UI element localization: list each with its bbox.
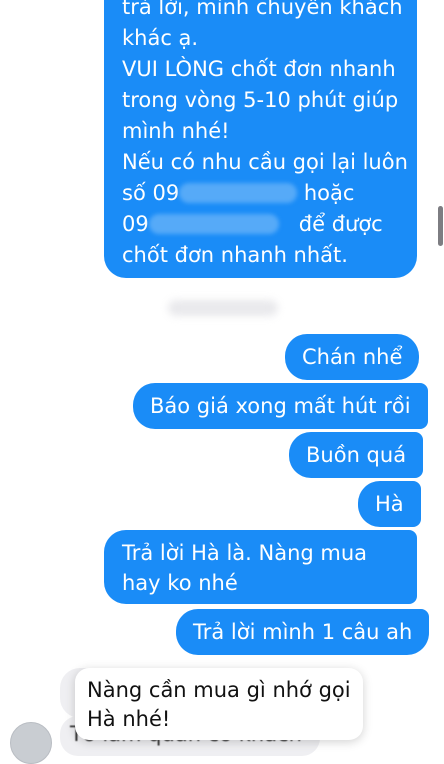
- redacted-phone-number: [148, 214, 279, 234]
- message-line: chốt đơn nhanh nhất.: [122, 243, 348, 267]
- overlay-note-text: Nàng cần mua gì nhớ gọi Hà nhé!: [87, 678, 351, 731]
- phone-line-1: số 09 hoặc: [122, 178, 399, 209]
- blurred-timestamp: [168, 300, 278, 316]
- message-line: trong vòng 5-10 phút giúp: [122, 88, 399, 112]
- phone-suffix: hoặc: [303, 181, 355, 205]
- message-bubble-outgoing[interactable]: Hà: [358, 481, 421, 527]
- message-line: trả lời, mình chuyển khách: [122, 0, 403, 19]
- phone-suffix: để được: [298, 212, 383, 236]
- message-bubble-outgoing[interactable]: Báo giá xong mất hút rồi: [133, 383, 428, 429]
- phone-prefix: 09: [122, 212, 149, 236]
- message-bubble-outgoing[interactable]: Trả lời Hà là. Nàng mua hay ko nhé: [104, 530, 417, 604]
- avatar[interactable]: [10, 722, 52, 764]
- message-line: mình nhé!: [122, 119, 230, 143]
- phone-line-2: 09 để được: [122, 209, 399, 240]
- redacted-phone-number: [179, 183, 298, 203]
- scrollbar[interactable]: [438, 206, 443, 246]
- message-bubble-outgoing[interactable]: Buồn quá: [289, 432, 424, 478]
- message-bubble-outgoing[interactable]: Chán nhể: [285, 334, 420, 380]
- overlay-note: Nàng cần mua gì nhớ gọi Hà nhé!: [75, 668, 363, 740]
- message-bubble-outgoing[interactable]: Trả lời mình 1 câu ah: [176, 609, 430, 655]
- message-line: Nếu có nhu cầu gọi lại luôn: [122, 150, 408, 174]
- message-line: VUI LÒNG chốt đơn nhanh: [122, 57, 396, 81]
- message-bubble-instructions[interactable]: trả lời, mình chuyển khách khác ạ. VUI L…: [104, 0, 417, 278]
- phone-prefix: số 09: [122, 181, 180, 205]
- message-line: khác ạ.: [122, 26, 199, 50]
